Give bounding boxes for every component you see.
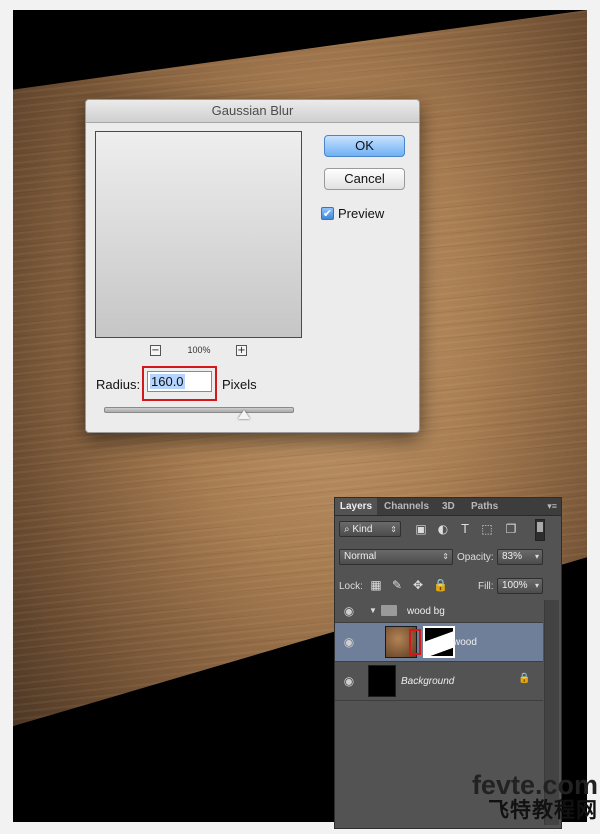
filter-toggle[interactable]	[535, 519, 545, 541]
zoom-level: 100%	[187, 345, 211, 355]
radius-label: Radius:	[96, 377, 141, 392]
radius-input[interactable]: 160.0	[147, 371, 212, 392]
radius-slider-thumb[interactable]	[238, 410, 250, 419]
lock-icon: 🔒	[518, 673, 531, 684]
blend-mode-value: Normal	[344, 551, 377, 562]
tab-channels[interactable]: Channels	[384, 498, 429, 515]
chevron-updown-icon: ⇕	[442, 552, 449, 561]
layer-filter-row: ⌕ Kind ⇕ ▣ ◐ T ⬚ ❐	[335, 519, 561, 541]
blend-mode-select[interactable]: Normal ⇕	[339, 549, 453, 565]
lock-all-icon[interactable]: 🔒	[433, 578, 448, 592]
tab-layers[interactable]: Layers	[335, 498, 377, 515]
tab-paths[interactable]: Paths	[471, 498, 498, 515]
adjustment-filter-icon[interactable]: ◐	[435, 521, 451, 537]
eye-visibility-icon[interactable]: ◉	[342, 605, 356, 617]
folder-icon	[381, 605, 397, 616]
gaussian-blur-dialog: Gaussian Blur − 100% + OK Cancel ✔ Previ…	[85, 99, 420, 433]
zoom-out-button[interactable]: −	[150, 345, 161, 356]
opacity-value: 83%	[502, 551, 523, 562]
chevron-down-icon: ▾	[534, 552, 539, 561]
pixels-label: Pixels	[222, 377, 257, 392]
group-expand-arrow-icon[interactable]: ▼	[369, 606, 377, 615]
zoom-in-button[interactable]: +	[236, 345, 247, 356]
layer-name: Background	[401, 676, 455, 687]
lock-label: Lock:	[339, 581, 363, 592]
layer-thumbnail[interactable]	[368, 665, 396, 697]
lock-paint-brush-icon[interactable]: ✎	[390, 578, 404, 592]
layer-row-background[interactable]: ◉ Background 🔒	[335, 662, 543, 701]
mask-link-highlight-box	[409, 629, 421, 655]
preview-checkbox[interactable]: ✔	[321, 207, 334, 220]
preview-label: Preview	[338, 206, 385, 221]
opacity-field[interactable]: 83% ▾	[497, 549, 543, 565]
watermark-domain: fevte.com	[471, 770, 598, 800]
fill-value: 100%	[502, 580, 528, 591]
radius-value: 160.0	[150, 374, 185, 389]
panel-menu-icon[interactable]: ▾≡	[547, 498, 557, 515]
lock-position-move-icon[interactable]: ✥	[411, 578, 425, 592]
search-icon: ⌕	[344, 524, 350, 535]
filter-toggle-knob	[537, 522, 543, 532]
image-filter-icon[interactable]: ▣	[413, 521, 429, 537]
fill-field[interactable]: 100% ▾	[497, 578, 543, 594]
panel-tabs: Layers Channels 3D Paths ▾≡	[335, 498, 561, 516]
type-filter-icon[interactable]: T	[457, 521, 473, 537]
chevron-down-icon: ▾	[534, 581, 539, 590]
layer-row-wood-bg[interactable]: ◉ ▼ wood bg	[335, 600, 543, 623]
kind-filter-select[interactable]: ⌕ Kind ⇕	[339, 521, 401, 537]
watermark-site-name: 飞特教程网	[488, 799, 598, 822]
layer-mask-thumbnail[interactable]	[423, 626, 455, 658]
layer-name: wood	[453, 637, 477, 648]
watermark-logo: fevte.com 飞特教程网	[438, 772, 598, 823]
blur-preview[interactable]	[95, 131, 302, 338]
kind-label: Kind	[352, 524, 373, 535]
layer-row-wood[interactable]: ◉ wood	[335, 623, 543, 662]
chevron-updown-icon: ⇕	[390, 525, 397, 534]
opacity-label: Opacity:	[457, 552, 494, 563]
cancel-button[interactable]: Cancel	[324, 168, 405, 190]
eye-visibility-icon[interactable]: ◉	[342, 675, 356, 687]
smart-object-filter-icon[interactable]: ❐	[503, 521, 519, 537]
layer-name: wood bg	[407, 606, 445, 617]
shape-filter-icon[interactable]: ⬚	[479, 521, 495, 537]
lock-transparent-icon[interactable]: ▦	[369, 578, 383, 592]
eye-visibility-icon[interactable]: ◉	[342, 636, 356, 648]
fill-label: Fill:	[478, 581, 494, 592]
ok-button[interactable]: OK	[324, 135, 405, 157]
tab-3d[interactable]: 3D	[442, 498, 455, 515]
radius-slider-track[interactable]	[104, 407, 294, 413]
dialog-title[interactable]: Gaussian Blur	[86, 100, 419, 123]
